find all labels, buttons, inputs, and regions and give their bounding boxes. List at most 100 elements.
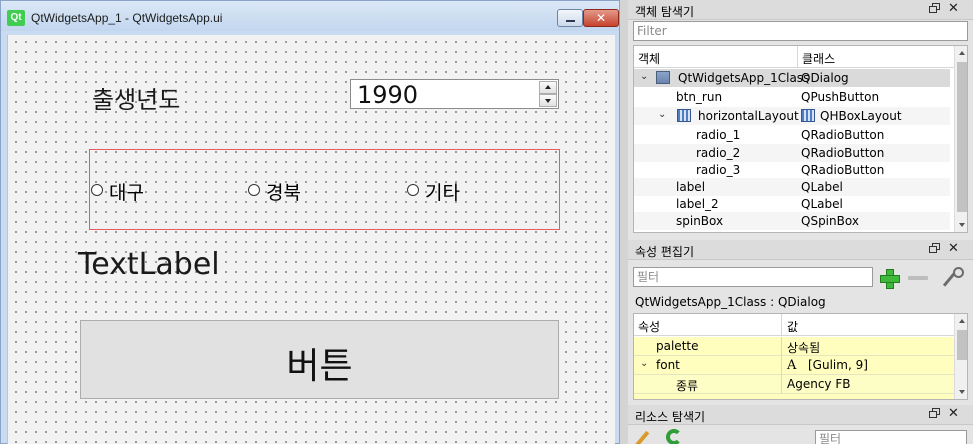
dock-splitter[interactable]	[620, 0, 628, 444]
text-label[interactable]: TextLabel	[78, 247, 220, 282]
close-window-button[interactable]: ✕	[583, 9, 619, 27]
resource-filter-field[interactable]	[815, 430, 967, 444]
object-name: QtWidgetsApp_1Class	[678, 71, 810, 85]
property-object-label: QtWidgetsApp_1Class : QDialog	[635, 295, 826, 309]
chevron-down-icon[interactable]: ⌄	[658, 109, 666, 120]
spin-down-button[interactable]	[539, 94, 557, 107]
resource-filter-input[interactable]	[816, 431, 966, 444]
spinbox-value[interactable]: 1990	[357, 81, 418, 109]
property-table[interactable]: 속성 값 palette 상속됨 ⌄ font A [Gulim, 9] 종류 …	[633, 313, 968, 400]
reload-icon[interactable]	[666, 429, 682, 444]
float-panel-icon[interactable]	[929, 3, 940, 13]
object-filter-field[interactable]	[633, 21, 968, 41]
horizontal-layout-radio-group[interactable]: 대구 경북 기타	[89, 149, 560, 230]
chevron-down-icon[interactable]: ⌄	[640, 358, 648, 369]
object-class: QHBoxLayout	[820, 109, 902, 123]
object-tree-scrollbar[interactable]	[954, 46, 967, 232]
header-divider	[781, 314, 782, 336]
property-toolbar	[628, 266, 973, 290]
tree-row[interactable]: btn_run QPushButton	[634, 88, 950, 106]
object-class: QRadioButton	[801, 128, 885, 142]
radio-circle-icon[interactable]	[248, 184, 260, 196]
object-name: spinBox	[676, 214, 724, 228]
property-editor-titlebar[interactable]: 속성 편집기 ✕	[628, 240, 973, 260]
radio-circle-icon[interactable]	[407, 184, 419, 196]
hbox-layout-icon	[801, 109, 815, 122]
scroll-up-icon[interactable]	[959, 319, 965, 323]
dock-panels: 객체 탐색기 ✕ 객체 클래스 ⌄ QtWidgetsApp_1Class QD…	[628, 0, 973, 444]
tree-row[interactable]: ⌄ QtWidgetsApp_1Class QDialog	[634, 69, 950, 87]
run-button[interactable]: 버튼	[80, 320, 559, 399]
float-panel-icon[interactable]	[929, 243, 940, 253]
resource-browser-title: 리소스 탐색기	[635, 410, 706, 424]
resource-browser-titlebar[interactable]: 리소스 탐색기 ✕	[628, 405, 973, 425]
col-divider	[781, 375, 782, 394]
tree-row[interactable]: radio_2 QRadioButton	[634, 144, 950, 162]
object-tree-header: 객체 클래스	[634, 46, 954, 68]
property-table-header: 속성 값	[634, 314, 954, 336]
chevron-up-icon	[545, 85, 551, 89]
property-name: font	[656, 358, 680, 372]
float-panel-icon[interactable]	[929, 408, 940, 418]
object-class: QRadioButton	[801, 163, 885, 177]
property-filter-field[interactable]	[633, 267, 873, 287]
property-editor-title: 속성 편집기	[635, 245, 695, 259]
spin-up-button[interactable]	[539, 81, 557, 94]
object-class: QRadioButton	[801, 146, 885, 160]
property-filter-input[interactable]	[634, 268, 872, 286]
scroll-up-icon[interactable]	[959, 51, 965, 55]
scroll-down-icon[interactable]	[959, 223, 965, 227]
col-value-header[interactable]: 값	[787, 318, 798, 335]
radio-3-label[interactable]: 기타	[425, 178, 460, 205]
scrollbar-thumb[interactable]	[957, 62, 967, 212]
tree-row[interactable]: label QLabel	[634, 178, 950, 196]
object-name: label_2	[676, 197, 719, 211]
form-canvas[interactable]: 출생년도 1990 대구 경북 기타 TextLabel 버튼	[7, 35, 615, 444]
tree-row[interactable]: spinBox QSpinBox	[634, 212, 950, 230]
property-row[interactable]: 종류 Agency FB	[634, 375, 954, 394]
object-inspector-title: 객체 탐색기	[635, 5, 695, 19]
tree-row[interactable]: ⌄ horizontalLayout QHBoxLayout	[634, 107, 950, 125]
remove-property-icon[interactable]	[908, 276, 928, 280]
radio-1-label[interactable]: 대구	[109, 178, 144, 205]
radio-circle-icon[interactable]	[91, 184, 103, 196]
scroll-down-icon[interactable]	[959, 390, 965, 394]
edit-resources-pencil-icon[interactable]	[634, 430, 650, 444]
radio-2-label[interactable]: 경북	[266, 178, 301, 205]
year-spinbox[interactable]: 1990	[350, 79, 559, 109]
object-class: QPushButton	[801, 90, 880, 104]
font-glyph-icon: A	[787, 358, 797, 373]
close-icon: ✕	[595, 11, 607, 25]
col-class-header[interactable]: 클래스	[802, 50, 835, 67]
close-panel-icon[interactable]: ✕	[948, 241, 959, 256]
minimize-button[interactable]	[557, 9, 583, 27]
add-property-icon[interactable]	[879, 268, 900, 289]
chevron-down-icon[interactable]: ⌄	[640, 71, 648, 82]
col-object-header[interactable]: 객체	[638, 50, 660, 67]
object-name: radio_2	[696, 146, 741, 160]
property-value[interactable]: Agency FB	[787, 377, 850, 391]
label-birthyear[interactable]: 출생년도	[92, 80, 180, 115]
col-divider	[781, 337, 782, 356]
property-table-scrollbar[interactable]	[954, 314, 967, 399]
tree-row[interactable]: radio_3 QRadioButton	[634, 161, 950, 179]
object-tree[interactable]: 객체 클래스 ⌄ QtWidgetsApp_1Class QDialog btn…	[633, 45, 968, 233]
object-name: radio_3	[696, 163, 741, 177]
close-panel-icon[interactable]: ✕	[948, 406, 959, 421]
object-inspector-titlebar[interactable]: 객체 탐색기 ✕	[628, 0, 973, 20]
col-property-header[interactable]: 속성	[638, 318, 660, 335]
scrollbar-thumb[interactable]	[957, 330, 967, 360]
form-window-title: QtWidgetsApp_1 - QtWidgetsApp.ui	[31, 11, 223, 25]
property-value[interactable]: [Gulim, 9]	[808, 358, 868, 372]
form-window: Qt QtWidgetsApp_1 - QtWidgetsApp.ui ✕ 출생…	[0, 0, 620, 444]
close-panel-icon[interactable]: ✕	[948, 1, 959, 16]
property-row[interactable]	[634, 394, 954, 399]
object-filter-input[interactable]	[634, 22, 967, 40]
tree-row[interactable]: radio_1 QRadioButton	[634, 126, 950, 144]
property-value[interactable]: 상속됨	[787, 339, 820, 356]
tree-row[interactable]: label_2 QLabel	[634, 195, 950, 213]
property-row[interactable]: ⌄ font A [Gulim, 9]	[634, 356, 954, 375]
chevron-down-icon	[545, 99, 551, 103]
property-row[interactable]: palette 상속됨	[634, 337, 954, 356]
configure-wrench-icon[interactable]	[938, 266, 964, 290]
